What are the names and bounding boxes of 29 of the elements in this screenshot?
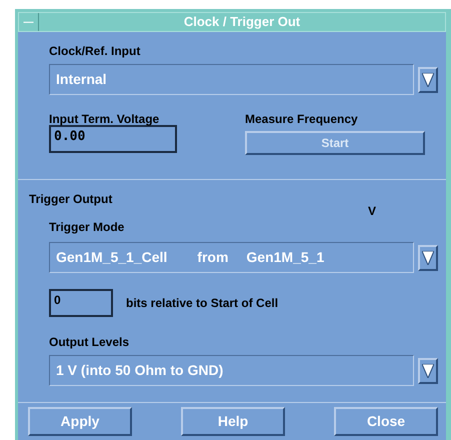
down-triangle-icon [422,364,434,378]
dropdown-field[interactable]: Internal [49,64,414,95]
window-menu-button[interactable]: — [19,13,39,31]
field-label: Trigger Output [29,191,114,208]
dropdown-value: Gen1M_5_1_Cell [56,248,168,267]
dropdown-button[interactable] [418,244,438,270]
dropdown-button[interactable] [418,358,438,384]
field-label: Input Term. Voltage [49,113,160,125]
unit-label: V [368,203,376,220]
dropdown-field[interactable]: Gen1M_5_1_Cell from Gen1M_5_1 [49,242,414,273]
offset-input[interactable]: 0 [49,289,113,317]
dropdown-value: 1 V (into 50 Ohm to GND) [56,361,224,380]
dialog-button[interactable]: Apply [28,407,132,436]
field-label: Clock/Ref. Input [49,43,142,60]
dropdown-button[interactable] [418,66,438,92]
dropdown-value: from [197,248,228,267]
field-label: Measure Frequency [245,113,359,125]
voltage-input[interactable]: 0.00 [49,125,177,153]
window-title: Clock / Trigger Out [182,13,302,31]
dropdown-field[interactable]: 1 V (into 50 Ohm to GND) [49,355,414,386]
down-triangle-icon [422,72,434,86]
field-label: bits relative to Start of Cell [126,295,278,312]
field-label: Trigger Mode [49,219,126,236]
dropdown-value: Internal [56,70,107,89]
dialog-button[interactable]: Help [181,407,285,436]
dialog-button[interactable]: Close [334,407,438,436]
dropdown-value: Gen1M_5_1 [246,248,324,267]
field-label: Output Levels [49,334,130,351]
down-triangle-icon [422,250,434,264]
